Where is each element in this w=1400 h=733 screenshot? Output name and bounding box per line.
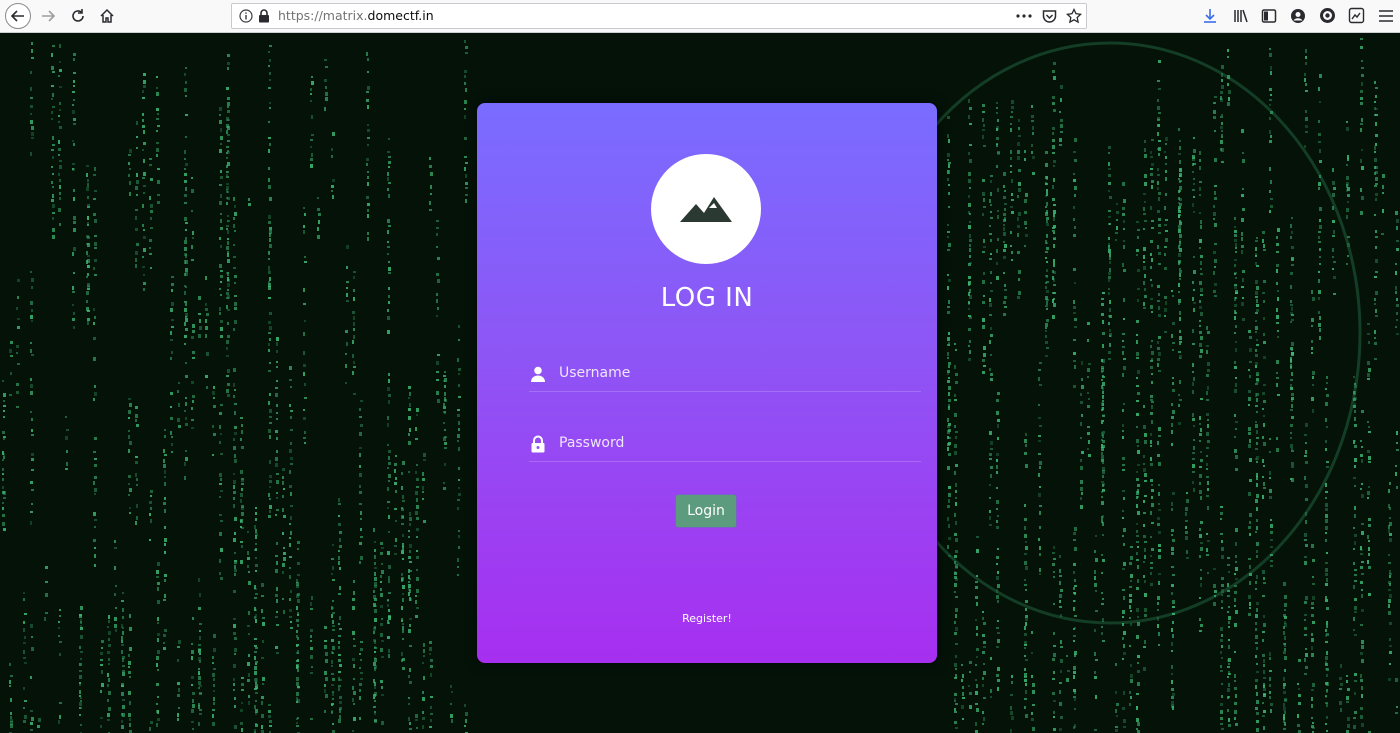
pocket-icon[interactable] <box>1042 9 1057 24</box>
url-prefix: https://matrix. <box>278 8 368 23</box>
account-icon[interactable] <box>1290 8 1306 24</box>
url-domain: domectf.in <box>367 8 434 23</box>
library-icon[interactable] <box>1233 8 1249 24</box>
url-text: https://matrix.domectf.in <box>278 4 434 28</box>
password-field <box>529 427 921 462</box>
download-icon[interactable] <box>1203 8 1217 24</box>
login-card: LOG IN Login Register! <box>477 103 937 663</box>
star-icon[interactable] <box>1066 8 1082 24</box>
password-input[interactable] <box>559 427 899 459</box>
browser-toolbar: https://matrix.domectf.in <box>0 0 1400 33</box>
menu-icon[interactable] <box>1378 9 1394 23</box>
info-icon <box>239 9 253 23</box>
extension-icon[interactable] <box>1319 7 1336 24</box>
user-icon <box>531 366 545 382</box>
username-input[interactable] <box>559 357 899 389</box>
sidebar-icon[interactable] <box>1261 8 1277 24</box>
forward-icon <box>42 10 56 22</box>
page-viewport: LOG IN Login Register! <box>0 33 1400 733</box>
forward-button[interactable] <box>36 4 60 28</box>
lock-icon <box>259 9 269 23</box>
home-icon <box>100 8 114 23</box>
more-icon[interactable] <box>1016 13 1032 19</box>
mountain-icon <box>680 197 732 222</box>
screenshot-icon[interactable] <box>1348 7 1365 24</box>
username-field <box>529 357 921 392</box>
back-button[interactable] <box>5 3 31 29</box>
reload-button[interactable] <box>66 4 90 28</box>
login-button[interactable]: Login <box>675 494 737 528</box>
lock-icon <box>531 435 545 453</box>
page-title: LOG IN <box>660 283 754 313</box>
url-bar[interactable]: https://matrix.domectf.in <box>231 3 1087 29</box>
back-icon <box>10 10 24 22</box>
home-button[interactable] <box>95 4 119 28</box>
reload-icon <box>72 9 84 22</box>
avatar <box>651 154 761 264</box>
register-link[interactable]: Register! <box>477 612 937 625</box>
